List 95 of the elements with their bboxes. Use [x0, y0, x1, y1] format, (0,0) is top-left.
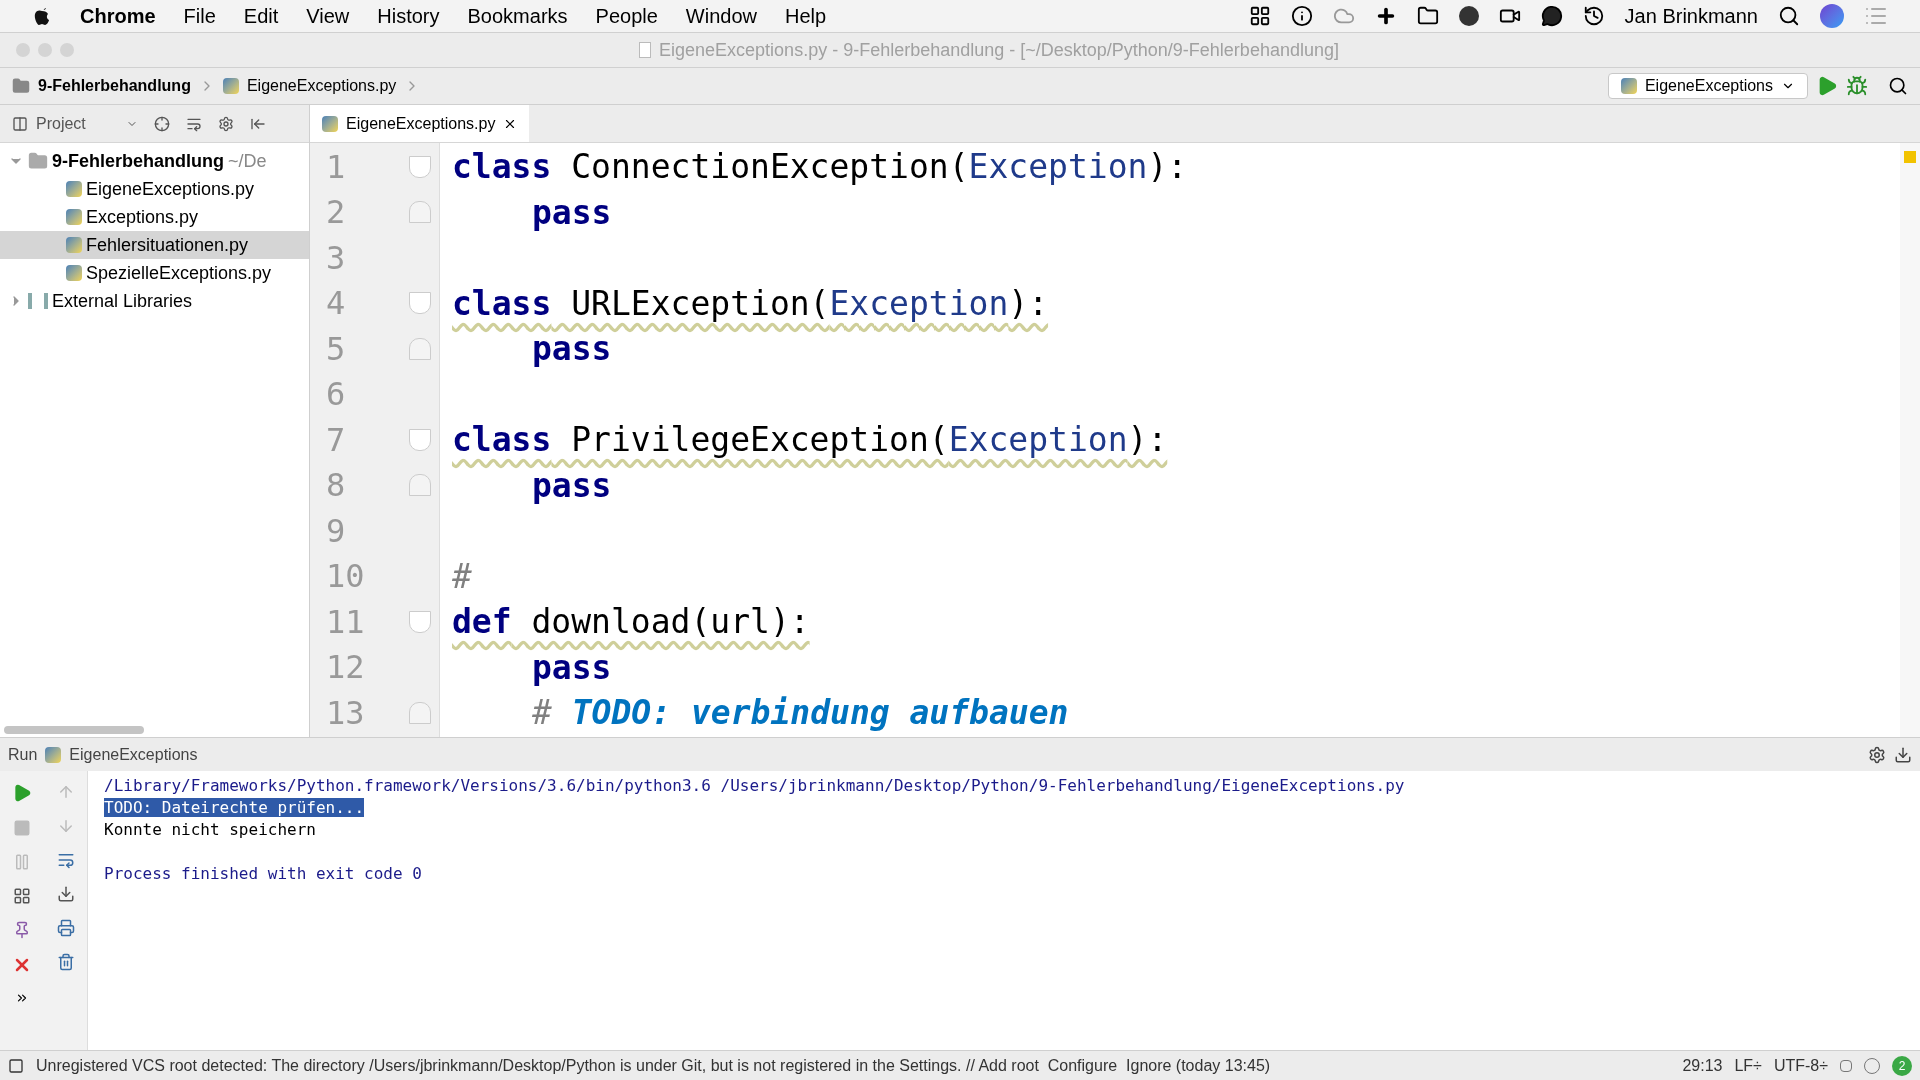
settings-icon[interactable]: [217, 115, 234, 132]
fold-marker-icon[interactable]: [409, 201, 431, 224]
line-number: 12: [325, 647, 365, 689]
python-file-icon: [1620, 78, 1637, 94]
line-number: 2: [325, 192, 346, 234]
info-icon[interactable]: [1290, 5, 1313, 27]
menu-item[interactable]: Window: [685, 1, 757, 31]
cursor-position[interactable]: 29:13: [1682, 1053, 1723, 1078]
run-config-name: EigeneExceptions: [69, 744, 198, 765]
fold-marker-icon[interactable]: [409, 292, 431, 315]
code-line: class ConnectionException(Exception):: [452, 146, 1188, 188]
python-file-icon: [66, 209, 82, 225]
user-name[interactable]: Jan Brinkmann: [1624, 1, 1758, 31]
panel-icon: [12, 115, 28, 132]
line-separator[interactable]: LF÷: [1734, 1053, 1762, 1078]
line-number: 10: [325, 556, 365, 598]
python-file-icon: [322, 115, 338, 132]
tree-item[interactable]: Fehlersituationen.py: [0, 231, 309, 259]
code-line: def download(url):: [452, 601, 810, 643]
window-title: EigeneExceptions.py - 9-Fehlerbehandlung - [~/Desktop/Python/9-Fehlerbehandlung]: [659, 38, 1339, 62]
breadcrumb[interactable]: EigeneExceptions.py: [246, 74, 397, 98]
tree-item[interactable]: External Libraries: [52, 287, 193, 315]
line-number: 5: [325, 328, 346, 370]
bug-icon[interactable]: [1846, 75, 1868, 97]
file-icon: [639, 42, 652, 58]
rerun-icon[interactable]: [12, 783, 32, 803]
locate-icon[interactable]: [153, 115, 170, 132]
trash-icon[interactable]: [56, 953, 75, 971]
menu-item[interactable]: Bookmarks: [467, 1, 568, 31]
python-file-icon: [66, 265, 82, 281]
lock-icon[interactable]: [1840, 1059, 1852, 1072]
python-file-icon: [66, 237, 82, 253]
fold-marker-icon[interactable]: [409, 474, 431, 497]
line-number: 11: [325, 601, 365, 643]
code-line: # TODO: verbindung aufbauen: [531, 692, 1069, 734]
editor-tab[interactable]: EigeneExceptions.py: [310, 105, 530, 142]
soft-wrap-icon[interactable]: [56, 851, 75, 869]
tree-item[interactable]: Exceptions.py: [0, 203, 309, 231]
code-line: pass: [531, 191, 612, 234]
search-icon[interactable]: [1778, 5, 1800, 27]
layout-icon[interactable]: [13, 887, 31, 905]
tree-item[interactable]: SpezielleExceptions.py: [0, 259, 309, 287]
folder-icon: [12, 77, 30, 95]
line-number: 4: [325, 283, 346, 325]
python-file-icon: [222, 78, 239, 94]
hide-panel-icon[interactable]: [1894, 745, 1912, 764]
line-number: 3: [325, 237, 346, 279]
code-line: class URLException(Exception):: [452, 282, 1049, 325]
menu-item[interactable]: File: [183, 1, 216, 31]
code-line: class PrivilegeException(Exception):: [452, 419, 1168, 461]
menu-item[interactable]: Edit: [243, 1, 279, 31]
print-icon[interactable]: [56, 919, 75, 937]
clock-history-icon[interactable]: [1582, 5, 1605, 27]
search-icon[interactable]: [1888, 76, 1908, 96]
code-line: pass: [531, 464, 612, 507]
scroll-to-end-icon[interactable]: [56, 885, 75, 903]
run-configuration-dropdown[interactable]: EigeneExceptions: [1607, 73, 1808, 99]
tree-item[interactable]: EigeneExceptions.py: [0, 175, 309, 203]
code-line: pass: [531, 328, 612, 370]
scrollbar[interactable]: [4, 726, 144, 734]
panel-title: Run: [8, 744, 38, 765]
line-number: 1: [325, 146, 346, 188]
folder-icon[interactable]: [1416, 5, 1439, 27]
code-line: pass: [531, 646, 612, 689]
fold-marker-icon[interactable]: [409, 610, 431, 633]
panel-toggle-icon[interactable]: [8, 1057, 24, 1074]
status-message: Unregistered VCS root detected: The directory /Users/jbrinkmann/Desktop/Python is under Git, but is not registered in the Settings. // Add root Configure Ignore (today 13:45): [36, 1055, 1271, 1076]
siri-icon[interactable]: [1820, 4, 1844, 28]
python-file-icon: [45, 746, 62, 763]
python-file-icon: [66, 181, 82, 197]
folder-icon: [28, 151, 48, 171]
menu-item[interactable]: View: [306, 1, 350, 31]
fold-marker-icon[interactable]: [409, 428, 431, 451]
fold-marker-icon[interactable]: [409, 701, 431, 724]
line-number: 6: [325, 374, 346, 416]
line-number: 7: [325, 419, 346, 461]
chat-bubble-icon[interactable]: [1540, 5, 1563, 27]
encoding[interactable]: UTF-8÷: [1773, 1053, 1828, 1078]
apple-logo-icon[interactable]: [32, 5, 52, 27]
line-number: 9: [325, 510, 346, 552]
menu-item[interactable]: History: [377, 1, 440, 31]
line-number: 13: [325, 692, 365, 734]
more-icon[interactable]: [15, 991, 29, 1005]
pin-icon[interactable]: [13, 921, 31, 939]
code-line: #: [452, 555, 472, 598]
tree-item[interactable]: 9-Fehlerbehandlung: [52, 147, 224, 175]
breadcrumb[interactable]: 9-Fehlerbehandlung: [38, 74, 191, 98]
settings-icon[interactable]: [1868, 745, 1886, 764]
folder-path: ~/De: [228, 149, 267, 173]
fold-marker-icon[interactable]: [409, 155, 431, 178]
fold-marker-icon[interactable]: [409, 337, 431, 360]
menu-item[interactable]: Help: [784, 1, 827, 31]
app-menu[interactable]: Chrome: [80, 1, 156, 31]
line-number: 8: [325, 465, 346, 507]
menu-item[interactable]: People: [595, 1, 658, 31]
